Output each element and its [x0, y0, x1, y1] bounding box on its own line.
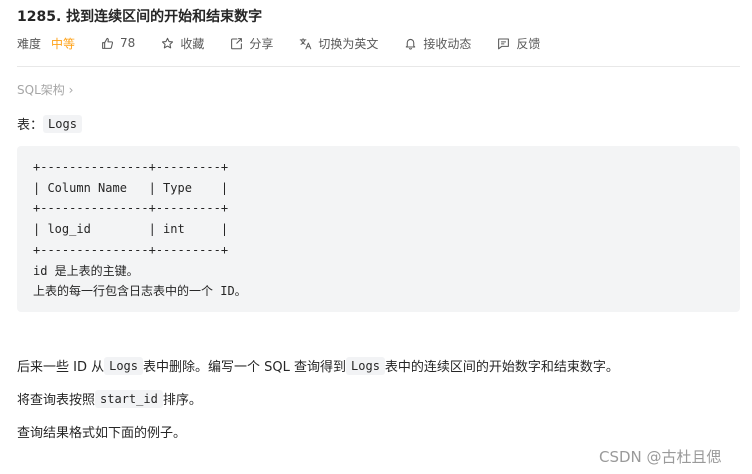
- translate-icon: [300, 37, 312, 49]
- table-intro-label: 表：: [17, 118, 44, 133]
- favorite-label: 收藏: [180, 36, 205, 51]
- feedback-icon: [498, 38, 510, 49]
- p1-text-a: 后来一些 ID 从: [17, 360, 105, 375]
- feedback-button[interactable]: 反馈: [497, 35, 540, 52]
- difficulty-badge: 中等: [51, 36, 76, 51]
- category-breadcrumb[interactable]: SQL架构 ›: [17, 81, 73, 98]
- star-icon: [162, 37, 174, 48]
- p1-text-b: 表中删除。编写一个 SQL 查询得到: [143, 360, 347, 375]
- like-count: 78: [120, 36, 136, 50]
- switch-language-label: 切换为英文: [318, 36, 379, 51]
- description-paragraph-2: 将查询表按照 start_id 排序。: [17, 389, 202, 408]
- p1-text-c: 表中的连续区间的开始数字和结束数字。: [384, 360, 619, 375]
- header-divider: [17, 66, 740, 67]
- csdn-watermark: CSDN @古杜且偲: [599, 448, 722, 466]
- like-button[interactable]: 78: [101, 36, 135, 50]
- p1-code-logs-1: Logs: [104, 356, 144, 375]
- favorite-button[interactable]: 收藏: [161, 35, 204, 52]
- feedback-label: 反馈: [516, 36, 541, 51]
- difficulty-label: 难度: [17, 36, 42, 51]
- schema-code-text: +---------------+---------+ | Column Nam…: [33, 160, 247, 299]
- p2-code-start-id: start_id: [95, 389, 163, 408]
- problem-title: 1285. 找到连续区间的开始和结束数字: [17, 9, 263, 25]
- p2-text-a: 将查询表按照: [17, 393, 96, 408]
- subscribe-button[interactable]: 接收动态: [404, 35, 471, 52]
- description-paragraph-3: 查询结果格式如下面的例子。: [17, 426, 187, 441]
- schema-code-block: +---------------+---------+ | Column Nam…: [17, 146, 740, 312]
- description-paragraph-1: 后来一些 ID 从 Logs 表中删除。编写一个 SQL 查询得到 Logs 表…: [17, 356, 619, 375]
- share-button[interactable]: 分享: [230, 35, 273, 52]
- share-label: 分享: [249, 36, 274, 51]
- switch-language-button[interactable]: 切换为英文: [299, 35, 378, 52]
- problem-meta-bar: 难度 中等 78 收藏 分享 切换为英文 接收动态 反馈: [17, 34, 566, 52]
- bell-icon: [406, 38, 416, 50]
- share-icon: [231, 37, 243, 49]
- p2-text-b: 排序。: [162, 393, 202, 408]
- p1-code-logs-2: Logs: [346, 356, 385, 375]
- table-intro: 表： Logs: [17, 114, 82, 133]
- thumbs-up-icon: [102, 37, 114, 49]
- subscribe-label: 接收动态: [423, 36, 472, 51]
- table-name-code: Logs: [43, 114, 82, 133]
